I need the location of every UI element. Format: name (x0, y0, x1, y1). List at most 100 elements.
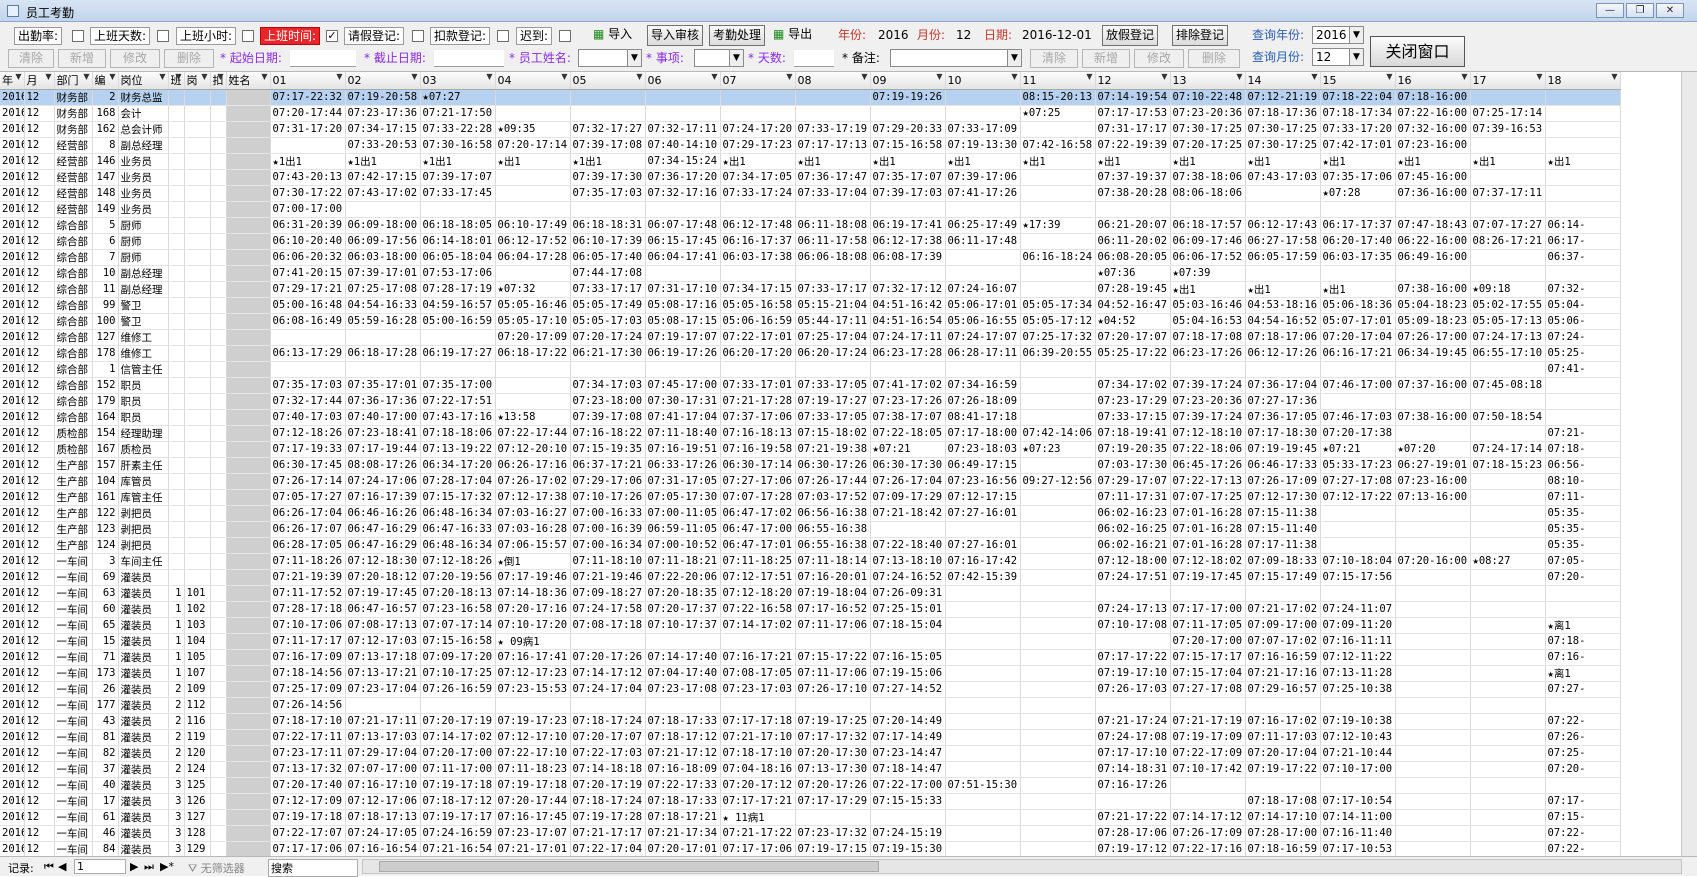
table-cell[interactable]: 2016 (0, 457, 25, 474)
table-cell[interactable]: 07:40-17:03 (270, 409, 346, 426)
table-cell[interactable]: 07:16-18:22 (570, 425, 646, 442)
table-cell[interactable] (495, 185, 571, 202)
table-cell[interactable]: 06:37-17:21 (570, 457, 646, 474)
table-cell[interactable] (1320, 537, 1396, 554)
table-cell[interactable]: 07:20-17:04 (1320, 329, 1396, 346)
table-cell[interactable]: 12 (24, 473, 55, 490)
table-cell[interactable] (210, 537, 227, 554)
table-cell[interactable]: 07:26-17:09 (1170, 825, 1246, 842)
table-cell[interactable]: 06:33-17:26 (645, 457, 721, 474)
table-cell[interactable]: 灌装员 (118, 745, 169, 762)
table-cell[interactable]: 101 (184, 585, 211, 602)
table-cell[interactable] (1470, 601, 1546, 618)
table-cell[interactable] (210, 569, 227, 586)
table-cell[interactable]: 148 (92, 185, 119, 202)
table-cell[interactable]: 06:55-16:38 (795, 537, 871, 554)
table-cell[interactable]: 07:13-18:10 (870, 553, 946, 570)
table-cell[interactable]: 177 (92, 697, 119, 714)
table-cell[interactable] (1020, 665, 1096, 682)
table-cell[interactable] (270, 329, 346, 346)
table-cell[interactable]: 07:19-17:27 (795, 393, 871, 410)
table-cell[interactable] (226, 153, 271, 170)
table-cell[interactable]: 一车间 (54, 569, 93, 586)
table-cell[interactable] (1095, 201, 1171, 218)
table-cell[interactable]: 灌装员 (118, 713, 169, 730)
table-cell[interactable]: 06:56- (1545, 457, 1621, 474)
table-cell[interactable] (210, 809, 227, 826)
table-cell[interactable]: 26 (92, 681, 119, 698)
table-cell[interactable]: 2016 (0, 521, 25, 538)
table-cell[interactable]: 07:19-15:30 (870, 841, 946, 856)
table-cell[interactable]: 07:21-17:19 (1170, 713, 1246, 730)
table-cell[interactable] (1245, 265, 1321, 282)
table-cell[interactable] (226, 377, 271, 394)
sort-dropdown-icon[interactable]: ▼ (15, 72, 21, 81)
table-cell[interactable]: 07:21-17:34 (645, 825, 721, 842)
horizontal-scrollbar[interactable] (362, 859, 1682, 874)
sort-dropdown-icon[interactable]: ▼ (217, 72, 223, 81)
table-cell[interactable] (168, 409, 185, 426)
table-cell[interactable]: 07:12-17:06 (345, 793, 421, 810)
table-cell[interactable]: 07:27-16:01 (945, 505, 1021, 522)
table-cell[interactable]: 经理助理 (118, 425, 169, 442)
table-cell[interactable]: 07:07-17:27 (1470, 217, 1546, 234)
table-cell[interactable] (226, 537, 271, 554)
table-cell[interactable]: 厨师 (118, 249, 169, 266)
table-cell[interactable]: 2016 (0, 777, 25, 794)
table-cell[interactable]: 07:35-17:07 (870, 169, 946, 186)
table-cell[interactable] (184, 185, 211, 202)
table-cell[interactable]: 12 (24, 521, 55, 538)
table-cell[interactable] (210, 745, 227, 762)
table-cell[interactable] (1395, 713, 1471, 730)
table-cell[interactable]: 07:19-17:18 (420, 777, 496, 794)
table-cell[interactable]: 06:20-17:24 (795, 345, 871, 362)
table-cell[interactable]: 07:21-19:46 (570, 569, 646, 586)
table-cell[interactable]: 06:05-17:40 (570, 249, 646, 266)
table-cell[interactable]: 07:33-17:19 (795, 121, 871, 138)
table-cell[interactable] (210, 105, 227, 122)
table-cell[interactable]: 12 (24, 841, 55, 856)
table-cell[interactable]: 07:39-17:24 (1170, 409, 1246, 426)
table-cell[interactable]: 07:22-17:10 (495, 745, 571, 762)
table-cell[interactable] (945, 89, 1021, 106)
table-cell[interactable]: 06:23-17:28 (870, 345, 946, 362)
table-cell[interactable]: 07:19-17:25 (795, 713, 871, 730)
table-cell[interactable]: 07:33-17:09 (945, 121, 1021, 138)
table-cell[interactable] (1020, 121, 1096, 138)
table-cell[interactable]: 07:20-17:09 (495, 329, 571, 346)
table-cell[interactable]: 2016 (0, 377, 25, 394)
table-cell[interactable]: 07:12-18:02 (1170, 553, 1246, 570)
table-cell[interactable]: 07:21-17:22 (1095, 809, 1171, 826)
table-cell[interactable]: 07:16-15:05 (870, 649, 946, 666)
table-cell[interactable] (945, 697, 1021, 714)
table-cell[interactable]: 07:16-17:02 (1245, 713, 1321, 730)
table-cell[interactable]: 一车间 (54, 745, 93, 762)
table-cell[interactable]: 07:26- (1545, 729, 1621, 746)
table-cell[interactable] (1020, 601, 1096, 618)
table-cell[interactable]: ★1出1 (420, 153, 496, 170)
table-cell[interactable]: 07:23-17:32 (795, 825, 871, 842)
table-cell[interactable]: 07:16-18:09 (645, 761, 721, 778)
table-cell[interactable] (1245, 585, 1321, 602)
table-cell[interactable]: 07:25-17:32 (1020, 329, 1096, 346)
table-cell[interactable]: 07:23-17:11 (270, 745, 346, 762)
table-cell[interactable]: 07:23-18:41 (345, 425, 421, 442)
table-cell[interactable]: 05:00-16:48 (270, 297, 346, 314)
table-cell[interactable] (1545, 105, 1621, 122)
table-cell[interactable] (226, 521, 271, 538)
table-cell[interactable]: 06:05-17:59 (1245, 249, 1321, 266)
table-cell[interactable]: 06:08-17:39 (870, 249, 946, 266)
table-cell[interactable] (1020, 777, 1096, 794)
table-cell[interactable]: 06:12-17:48 (720, 217, 796, 234)
table-cell[interactable] (570, 633, 646, 650)
table-cell[interactable]: 07:19-19:45 (1245, 441, 1321, 458)
days-input[interactable] (794, 50, 834, 67)
table-cell[interactable]: ★1出1 (345, 153, 421, 170)
table-cell[interactable]: 07:33-17:15 (1095, 409, 1171, 426)
table-cell[interactable]: 07:34-17:05 (720, 169, 796, 186)
table-cell[interactable]: 06:19-17:26 (645, 345, 721, 362)
table-cell[interactable]: 7 (92, 249, 119, 266)
table-cell[interactable]: 12 (24, 297, 55, 314)
table-cell[interactable]: 07:14-19:54 (1095, 89, 1171, 106)
table-cell[interactable] (1545, 409, 1621, 426)
